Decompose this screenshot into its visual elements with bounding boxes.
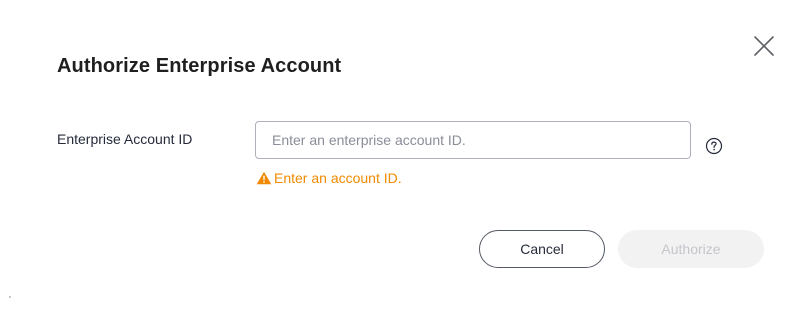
- account-id-error-message: Enter an account ID.: [256, 170, 402, 186]
- dialog-title: Authorize Enterprise Account: [57, 55, 342, 77]
- cancel-button[interactable]: Cancel: [479, 230, 605, 268]
- question-circle-icon[interactable]: [705, 137, 723, 155]
- error-text: Enter an account ID.: [274, 170, 402, 186]
- warning-triangle-icon: [256, 171, 272, 185]
- enterprise-account-id-label: Enterprise Account ID: [57, 131, 193, 147]
- enterprise-account-id-input[interactable]: [255, 121, 691, 159]
- decorative-dot: [9, 296, 11, 298]
- authorize-enterprise-account-dialog: Authorize Enterprise Account Enterprise …: [0, 0, 800, 316]
- authorize-button[interactable]: Authorize: [618, 230, 764, 268]
- close-icon[interactable]: [752, 34, 776, 58]
